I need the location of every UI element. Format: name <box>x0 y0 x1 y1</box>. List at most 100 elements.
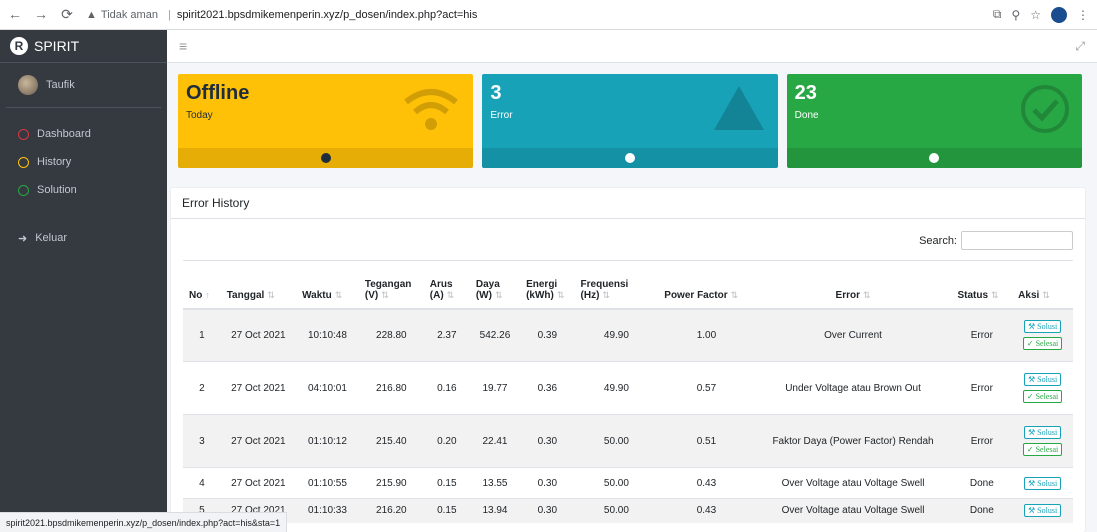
column-header-error[interactable]: Error ⇅ <box>754 260 952 310</box>
cell-tegangan: 216.20 <box>376 505 407 517</box>
solusi-button[interactable]: ⚒ Solusi <box>1023 320 1062 334</box>
cell-power-factor: 0.51 <box>696 435 717 447</box>
check-circle-icon <box>1020 85 1069 133</box>
warning-icon <box>713 86 764 130</box>
kebab-menu-icon[interactable]: ⋮ <box>1077 8 1089 22</box>
search-input[interactable] <box>961 231 1073 250</box>
column-header-tegangan[interactable]: Tegangan (V) ⇅ <box>358 260 424 310</box>
cell-power-factor: 0.43 <box>696 505 717 517</box>
selesai-button[interactable]: ✓ Selesai <box>1022 337 1063 351</box>
cell-arus: 0.20 <box>437 435 457 447</box>
sidebar-item-history[interactable]: History <box>0 148 167 176</box>
cell-daya: 22.41 <box>482 435 508 447</box>
cell-no: 2 <box>199 382 205 394</box>
cell-arus: 0.16 <box>437 382 457 394</box>
sidebar-item-dashboard[interactable]: Dashboard <box>0 120 167 148</box>
table-row: 2 27 Oct 2021 04:10:01 216.80 0.16 19.77… <box>183 361 1073 415</box>
wifi-icon <box>404 89 459 130</box>
column-header-tanggal[interactable]: Tanggal ⇅ <box>220 260 297 310</box>
card-title: Error History <box>171 188 1085 219</box>
back-icon[interactable]: ← <box>8 6 22 23</box>
cell-daya: 13.55 <box>482 477 508 489</box>
cell-daya: 13.94 <box>482 505 508 517</box>
top-navbar: ≡ ⤢ <box>167 30 1097 63</box>
cell-tanggal: 27 Oct 2021 <box>231 477 286 489</box>
star-icon[interactable]: ☆ <box>1030 8 1041 22</box>
cell-arus: 0.15 <box>437 477 457 489</box>
search-label: Search: <box>919 234 957 247</box>
solusi-button[interactable]: ⚒ Solusi <box>1023 476 1062 490</box>
info-box-more-link[interactable] <box>482 148 778 168</box>
sidebar-item-label: Keluar <box>35 232 68 244</box>
user-panel[interactable]: Taufik <box>6 63 161 108</box>
hamburger-icon[interactable]: ≡ <box>179 38 187 54</box>
arrow-circle-right-icon <box>624 153 635 163</box>
info-box-more-link[interactable] <box>786 148 1082 168</box>
column-header-status[interactable]: Status ⇅ <box>951 260 1013 310</box>
solusi-button[interactable]: ⚒ Solusi <box>1023 504 1062 518</box>
cell-error: Faktor Daya (Power Factor) Rendah <box>772 435 934 447</box>
fullscreen-icon[interactable]: ⤢ <box>1075 39 1085 54</box>
info-box-done: 23 Done <box>786 74 1082 168</box>
cell-waktu: 04:10:01 <box>308 382 347 394</box>
info-box-status: Offline Today <box>178 74 474 168</box>
cell-error: Under Voltage atau Brown Out <box>785 382 921 394</box>
cell-status: Error <box>970 329 993 341</box>
column-header-aksi[interactable]: Aksi ⇅ <box>1012 260 1073 310</box>
reload-icon[interactable]: ⟳ <box>60 6 74 23</box>
column-header-waktu[interactable]: Waktu ⇅ <box>296 260 359 310</box>
table-row: 1 27 Oct 2021 10:10:48 228.80 2.37 542.2… <box>183 308 1073 362</box>
address-bar[interactable]: spirit2021.bpsdmikemenperin.xyz/p_dosen/… <box>177 9 478 21</box>
solusi-button[interactable]: ⚒ Solusi <box>1023 373 1062 386</box>
column-header-arus[interactable]: Arus (A) ⇅ <box>423 260 470 310</box>
cell-no: 1 <box>199 329 205 341</box>
cell-error: Over Current <box>824 329 882 341</box>
cell-status: Done <box>969 477 994 489</box>
column-header-no[interactable]: No ↑ <box>183 260 221 310</box>
column-header-frequensi[interactable]: Frequensi (Hz) ⇅ <box>574 260 659 310</box>
cell-frequensi: 49.90 <box>603 382 629 394</box>
url-separator: | <box>167 8 171 21</box>
cell-waktu: 10:10:48 <box>308 329 347 341</box>
brand-logo-icon: R <box>10 37 28 55</box>
warning-icon[interactable]: ▲ <box>86 9 97 21</box>
security-label[interactable]: Tidak aman <box>101 9 158 21</box>
cell-tegangan: 228.80 <box>376 329 407 341</box>
cell-daya: 542.26 <box>479 329 511 341</box>
selesai-button[interactable]: ✓ Selesai <box>1022 390 1063 403</box>
zoom-icon[interactable]: ⚲ <box>1011 8 1020 22</box>
logout-icon: ➜ <box>18 232 28 245</box>
cell-energi: 0.30 <box>537 477 558 489</box>
error-history-card: Error History Search: No ↑ Tanggal ⇅ Waktu… <box>171 188 1085 532</box>
cell-frequensi: 50.00 <box>603 505 629 517</box>
cell-power-factor: 0.43 <box>696 477 717 489</box>
brand[interactable]: R SPIRIT <box>0 30 167 63</box>
brand-name: SPIRIT <box>34 38 80 54</box>
cell-status: Done <box>969 505 994 517</box>
column-header-daya[interactable]: Daya (W) ⇅ <box>469 260 521 310</box>
sidebar-item-solution[interactable]: Solution <box>0 176 167 204</box>
translate-icon[interactable]: ⧉ <box>993 7 1002 22</box>
cell-waktu: 01:10:55 <box>308 477 347 489</box>
sidebar-item-logout[interactable]: ➜ Keluar <box>0 224 167 252</box>
avatar <box>18 75 38 95</box>
cell-power-factor: 0.57 <box>696 382 717 394</box>
cell-frequensi: 50.00 <box>603 477 629 489</box>
cell-no: 3 <box>199 435 205 447</box>
column-header-power-factor[interactable]: Power Factor ⇅ <box>658 260 755 310</box>
profile-avatar[interactable] <box>1051 6 1067 23</box>
table-row: 4 27 Oct 2021 01:10:55 215.90 0.15 13.55… <box>183 467 1073 499</box>
circle-icon <box>18 128 29 140</box>
circle-icon <box>18 156 29 168</box>
info-box-more-link[interactable] <box>178 148 474 168</box>
cell-energi: 0.36 <box>537 382 558 394</box>
forward-icon[interactable]: → <box>34 6 48 23</box>
link-status-bar: spirit2021.bpsdmikemenperin.xyz/p_dosen/… <box>0 512 288 532</box>
cell-no: 4 <box>199 477 205 489</box>
cell-error: Over Voltage atau Voltage Swell <box>781 477 925 489</box>
cell-status: Error <box>970 435 993 447</box>
sidebar: R SPIRIT Taufik Dashboard History Soluti… <box>0 30 167 532</box>
selesai-button[interactable]: ✓ Selesai <box>1022 443 1063 456</box>
solusi-button[interactable]: ⚒ Solusi <box>1023 426 1062 439</box>
column-header-energi[interactable]: Energi (kWh) ⇅ <box>520 260 575 310</box>
